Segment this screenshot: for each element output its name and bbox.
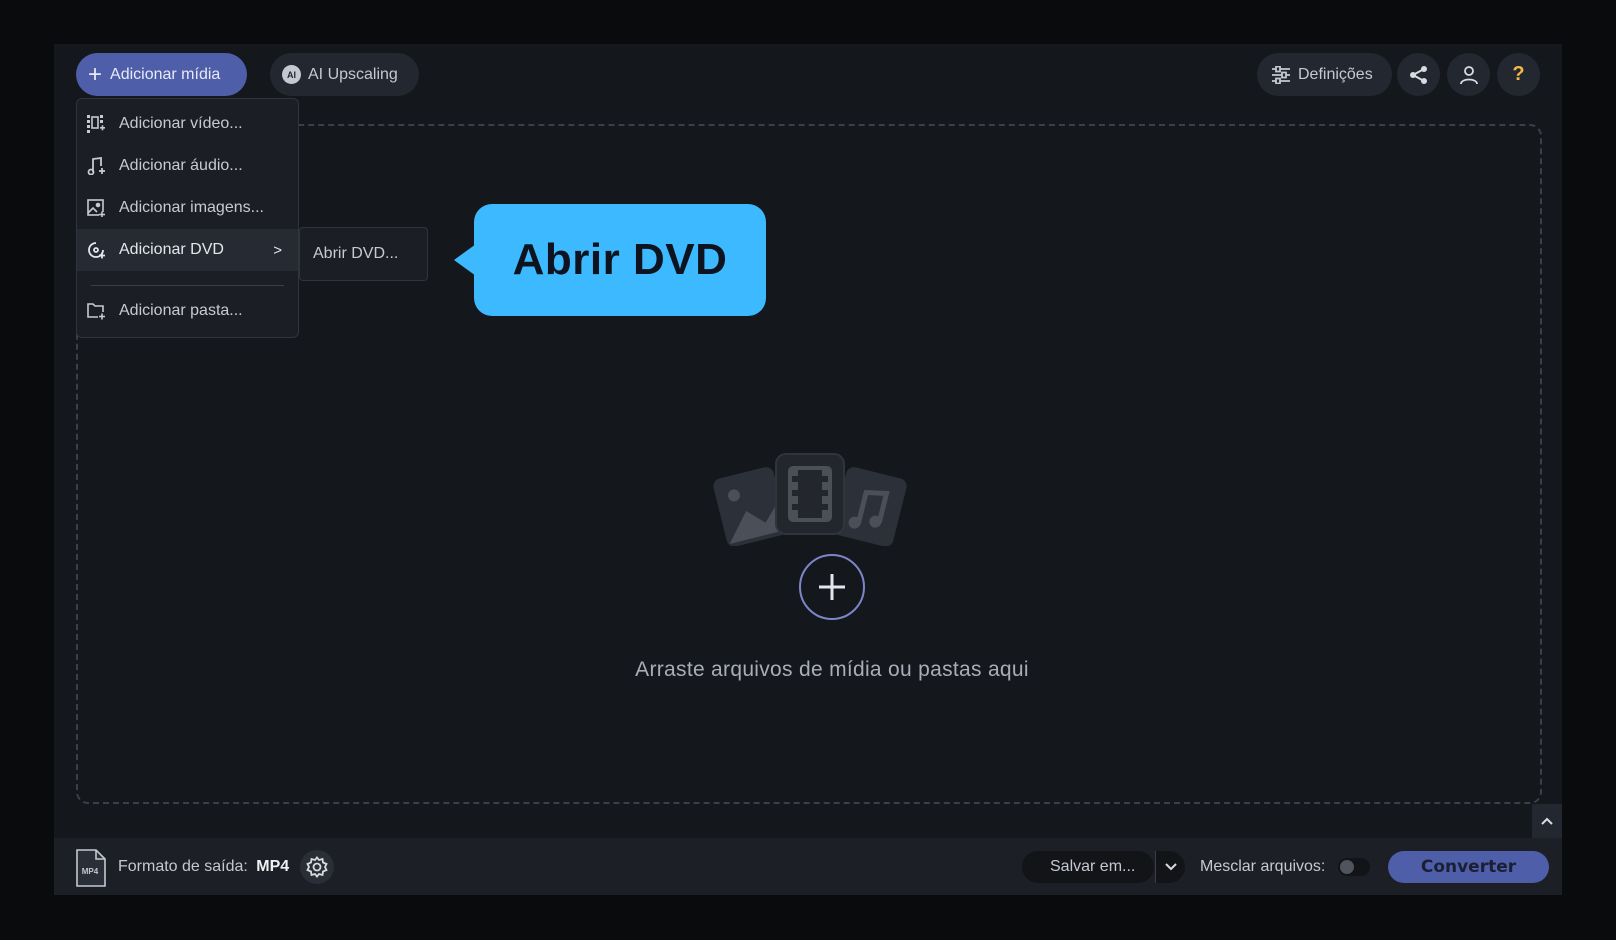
ai-chip-icon: AI <box>282 65 301 84</box>
submenu-item-label: Abrir DVD... <box>313 245 399 262</box>
share-icon <box>1409 65 1427 84</box>
bottom-bar: MP4 Formato de saída: MP4 Salvar em... M… <box>54 838 1562 895</box>
sliders-icon <box>1272 65 1290 84</box>
menu-item-label: Adicionar imagens... <box>119 199 264 216</box>
menu-item-label: Adicionar DVD <box>119 241 224 258</box>
format-settings-button[interactable] <box>300 850 334 884</box>
file-format-icon: MP4 <box>76 849 106 887</box>
ai-upscaling-button[interactable]: AI AI Upscaling <box>270 53 419 96</box>
add-files-button[interactable] <box>799 554 865 620</box>
audio-add-icon <box>83 157 109 175</box>
file-format-icon-text: MP4 <box>82 867 99 876</box>
menu-item-label: Adicionar vídeo... <box>119 115 243 132</box>
merge-files-toggle[interactable] <box>1338 858 1370 876</box>
add-media-button[interactable]: + Adicionar mídia <box>76 53 247 96</box>
menu-item-add-images[interactable]: Adicionar imagens... <box>77 187 298 229</box>
question-icon: ? <box>1512 63 1525 85</box>
save-to-dropdown[interactable] <box>1155 851 1185 883</box>
merge-files-label: Mesclar arquivos: <box>1200 858 1326 875</box>
output-format: Formato de saída: MP4 <box>118 858 289 876</box>
dvd-icon <box>83 241 109 259</box>
image-add-icon <box>83 199 109 217</box>
save-to-label: Salvar em... <box>1050 858 1136 875</box>
add-media-label: Adicionar mídia <box>110 65 221 83</box>
menu-item-label: Adicionar áudio... <box>119 157 243 174</box>
plus-icon: + <box>88 60 103 88</box>
chevron-up-icon <box>1541 817 1553 825</box>
share-button[interactable] <box>1397 53 1440 96</box>
gear-icon <box>306 856 328 878</box>
save-to-button[interactable]: Salvar em... <box>1022 851 1154 883</box>
settings-button[interactable]: Definições <box>1257 53 1392 96</box>
video-add-icon <box>83 115 109 133</box>
ai-upscaling-label: AI Upscaling <box>308 65 398 83</box>
menu-item-label: Adicionar pasta... <box>119 302 243 319</box>
output-format-label: Formato de saída: <box>118 858 248 875</box>
collapse-button[interactable] <box>1532 804 1562 838</box>
menu-item-add-dvd[interactable]: Adicionar DVD > <box>77 229 298 271</box>
menu-item-add-audio[interactable]: Adicionar áudio... <box>77 145 298 187</box>
settings-label: Definições <box>1298 65 1373 83</box>
convert-button[interactable]: Converter <box>1388 851 1549 883</box>
chevron-down-icon <box>1164 863 1177 871</box>
help-button[interactable]: ? <box>1497 53 1540 96</box>
media-types-icon <box>713 453 907 546</box>
folder-add-icon <box>83 302 109 320</box>
plus-icon <box>819 574 845 600</box>
drop-hint-text: Arraste arquivos de mídia ou pastas aqui <box>635 658 1029 681</box>
submenu-open-dvd[interactable]: Abrir DVD... <box>299 227 428 281</box>
toggle-knob <box>1340 860 1354 874</box>
menu-divider <box>91 285 284 286</box>
menu-item-add-folder[interactable]: Adicionar pasta... <box>77 290 298 332</box>
tutorial-callout: Abrir DVD <box>454 204 766 316</box>
app-window: + Adicionar mídia AI AI Upscaling Defini… <box>54 44 1562 895</box>
user-icon <box>1459 65 1478 84</box>
chevron-right-icon: > <box>273 241 282 259</box>
add-media-menu: Adicionar vídeo... Adicionar áudio... Ad… <box>76 98 299 338</box>
output-format-value: MP4 <box>256 858 290 875</box>
account-button[interactable] <box>1447 53 1490 96</box>
menu-item-add-video[interactable]: Adicionar vídeo... <box>77 103 298 145</box>
